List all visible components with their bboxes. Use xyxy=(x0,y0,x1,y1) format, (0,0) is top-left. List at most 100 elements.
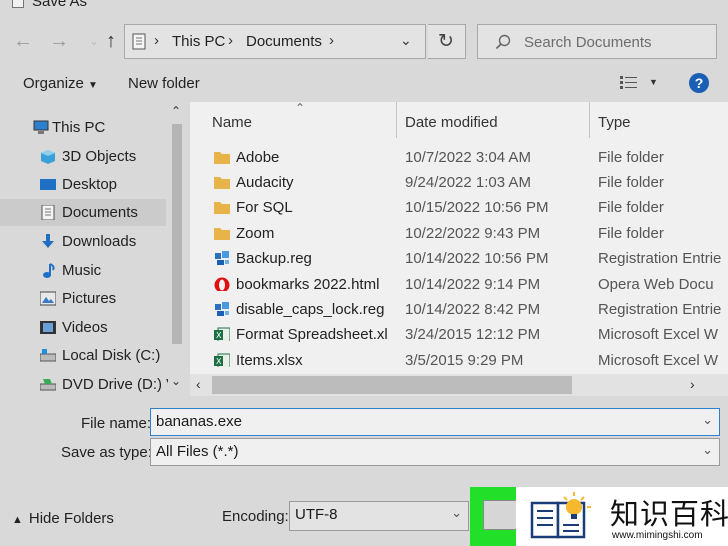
chevron-down-icon[interactable]: ⌄ xyxy=(702,442,713,458)
scrollbar-thumb[interactable] xyxy=(172,124,182,344)
table-row[interactable]: X Items.xlsx 3/5/2015 9:29 PM Microsoft … xyxy=(190,348,728,373)
address-dropdown-chevron-icon[interactable]: ⌄ xyxy=(400,32,412,49)
chevron-down-icon[interactable]: ⌄ xyxy=(702,412,713,428)
sidebar-item-label: Documents xyxy=(62,204,138,221)
sidebar-item-label: This PC xyxy=(52,119,106,136)
navigation-scrollbar[interactable]: ⌃ ⌄ xyxy=(168,102,186,396)
excel-icon: X xyxy=(214,353,230,367)
breadcrumb-separator-icon[interactable]: › xyxy=(228,32,233,49)
documents-location-icon xyxy=(132,33,146,50)
local-disk-icon xyxy=(40,349,56,362)
sidebar-item-downloads[interactable]: Downloads xyxy=(0,228,166,255)
folder-icon xyxy=(214,152,230,164)
save-as-type-select[interactable]: All Files (*.*) ⌄ xyxy=(150,438,720,466)
desktop-icon xyxy=(40,179,56,190)
videos-icon xyxy=(40,321,56,334)
help-icon[interactable]: ? xyxy=(689,73,709,93)
table-row[interactable]: Adobe 10/7/2022 3:04 AM File folder xyxy=(190,145,728,170)
sidebar-item-label: DVD Drive (D:) V xyxy=(62,376,177,393)
search-input[interactable]: Search Documents xyxy=(477,24,717,59)
organize-button[interactable]: Organize ▼ xyxy=(23,75,98,92)
breadcrumb-separator-icon[interactable]: › xyxy=(329,32,334,49)
file-name: Format Spreadsheet.xl... xyxy=(236,326,388,343)
breadcrumb-documents[interactable]: Documents xyxy=(246,33,322,50)
sidebar-item-label: Desktop xyxy=(62,176,118,193)
sidebar-item-this-pc[interactable]: This PC xyxy=(0,114,166,141)
table-row[interactable]: bookmarks 2022.html 10/14/2022 9:14 PM O… xyxy=(190,272,728,297)
file-type: File folder xyxy=(598,174,664,191)
title-bar: Save As xyxy=(0,0,728,12)
save-as-type-label: Save as type: xyxy=(61,444,152,461)
file-list: ⌃ Name Date modified Type Adobe 10/7/202… xyxy=(190,102,728,396)
address-bar[interactable]: › This PC › Documents › ⌄ xyxy=(124,24,426,59)
svg-text:X: X xyxy=(216,331,222,340)
breadcrumb-separator-icon[interactable]: › xyxy=(154,32,159,49)
back-arrow-icon[interactable]: ← xyxy=(10,28,36,54)
table-row[interactable]: X Format Spreadsheet.xl... 3/24/2015 12:… xyxy=(190,322,728,347)
table-row[interactable]: disable_caps_lock.reg 10/14/2022 8:42 PM… xyxy=(190,297,728,322)
scroll-down-icon[interactable]: ⌄ xyxy=(171,374,181,388)
scroll-up-icon[interactable]: ⌃ xyxy=(171,104,181,118)
file-name-field[interactable]: bananas.exe ⌄ xyxy=(150,408,720,436)
sidebar-item-desktop[interactable]: Desktop xyxy=(0,171,166,198)
file-date: 10/14/2022 8:42 PM xyxy=(405,301,541,318)
scrollbar-thumb[interactable] xyxy=(212,376,572,394)
excel-icon: X xyxy=(214,327,230,341)
sidebar-item-dvd-drive[interactable]: DVD Drive (D:) V xyxy=(0,371,176,396)
sidebar-item-pictures[interactable]: Pictures xyxy=(0,285,166,312)
scroll-left-icon[interactable]: ‹ xyxy=(196,376,201,392)
watermark-text: 知识百科 xyxy=(610,497,728,531)
file-date: 10/7/2022 3:04 AM xyxy=(405,149,531,166)
breadcrumb-this-pc[interactable]: This PC xyxy=(172,33,225,50)
file-name: Audacity xyxy=(236,174,294,191)
table-row[interactable]: Backup.reg 10/14/2022 10:56 PM Registrat… xyxy=(190,246,728,271)
organize-dropdown-icon: ▼ xyxy=(88,80,98,91)
file-name: Items.xlsx xyxy=(236,352,303,369)
sidebar-item-local-disk[interactable]: Local Disk (C:) xyxy=(0,342,166,369)
column-header-date-modified[interactable]: Date modified xyxy=(405,114,498,131)
table-row[interactable]: For SQL 10/15/2022 10:56 PM File folder xyxy=(190,195,728,220)
scroll-right-icon[interactable]: › xyxy=(690,376,695,392)
refresh-button[interactable]: ↻ xyxy=(428,24,466,59)
save-button[interactable] xyxy=(483,500,516,530)
search-icon xyxy=(495,34,511,50)
up-arrow-icon[interactable]: ↑ xyxy=(98,28,124,54)
encoding-select[interactable]: UTF-8 ⌄ xyxy=(289,501,469,531)
save-as-window-icon xyxy=(12,0,24,8)
sidebar-item-documents[interactable]: Documents xyxy=(0,199,166,226)
sidebar-item-label: Videos xyxy=(62,319,108,336)
sidebar-item-videos[interactable]: Videos xyxy=(0,314,166,341)
file-type: Registration Entrie xyxy=(598,250,722,267)
file-name: Zoom xyxy=(236,225,275,242)
file-name: Adobe xyxy=(236,149,280,166)
view-dropdown-icon[interactable]: ▼ xyxy=(649,77,658,87)
sidebar-item-label: Downloads xyxy=(62,233,137,250)
sidebar-item-music[interactable]: Music xyxy=(0,257,166,284)
file-name: For SQL xyxy=(236,199,293,216)
book-lightbulb-icon xyxy=(530,492,591,539)
column-divider[interactable] xyxy=(589,102,590,138)
horizontal-scrollbar[interactable]: ‹ › xyxy=(190,374,728,396)
sidebar-item-label: Music xyxy=(62,262,102,279)
dvd-drive-icon xyxy=(40,379,56,391)
forward-arrow-icon[interactable]: → xyxy=(46,28,72,54)
column-header-name[interactable]: Name xyxy=(212,114,252,131)
file-type: Microsoft Excel W xyxy=(598,326,719,343)
view-options-icon[interactable] xyxy=(620,75,638,89)
registry-file-icon xyxy=(215,251,229,265)
hide-folders-button[interactable]: ▲ Hide Folders xyxy=(12,510,114,527)
refresh-icon: ↻ xyxy=(438,31,454,52)
file-date: 3/5/2015 9:29 PM xyxy=(405,352,524,369)
table-row[interactable]: Zoom 10/22/2022 9:43 PM File folder xyxy=(190,221,728,246)
watermark-logo: 知识百科 www.mimingshi.com xyxy=(516,487,728,546)
table-row[interactable]: Audacity 9/24/2022 1:03 AM File folder xyxy=(190,170,728,195)
sidebar-item-3d-objects[interactable]: 3D Objects xyxy=(0,143,166,170)
this-pc-icon xyxy=(33,120,49,134)
sidebar-item-label: Pictures xyxy=(62,290,117,307)
file-date: 9/24/2022 1:03 AM xyxy=(405,174,531,191)
column-divider[interactable] xyxy=(396,102,397,138)
new-folder-button[interactable]: New folder xyxy=(128,75,200,92)
column-header-type[interactable]: Type xyxy=(598,114,631,131)
file-date: 10/15/2022 10:56 PM xyxy=(405,199,549,216)
chevron-down-icon[interactable]: ⌄ xyxy=(451,505,462,521)
